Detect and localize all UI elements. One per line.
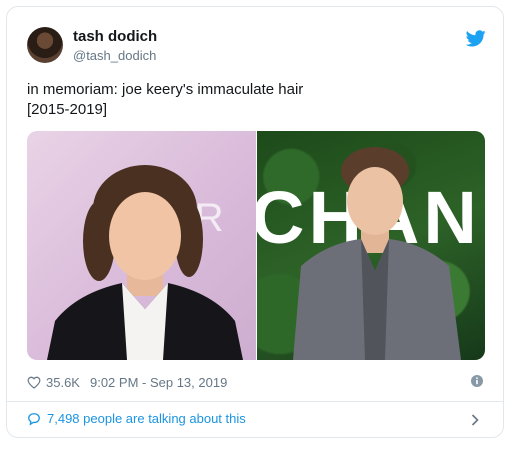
tweet-text-line-2: [2015-2019] <box>27 101 108 118</box>
conversation-link[interactable]: 7,498 people are talking about this <box>27 411 246 426</box>
info-icon[interactable] <box>471 375 483 387</box>
like-count[interactable]: 35.6K <box>46 375 80 390</box>
tweet-media[interactable]: K R A CHAN <box>27 131 485 360</box>
speech-bubble-icon <box>28 412 40 426</box>
author-handle[interactable]: @tash_dodich <box>73 48 156 63</box>
photo-right-figure: CHAN <box>257 147 477 360</box>
photo-right[interactable]: CHAN <box>257 131 485 360</box>
tweet-text: in memoriam: joe keery's immaculate hair… <box>27 80 487 120</box>
author-name[interactable]: tash dodich <box>73 28 157 45</box>
tweet-stats: 35.6K 9:02 PM - Sep 13, 2019 <box>27 373 227 391</box>
chevron-right-icon[interactable] <box>471 414 479 426</box>
conversation-text[interactable]: 7,498 people are talking about this <box>47 411 246 426</box>
photo-left[interactable]: K R A <box>27 131 256 360</box>
tweet-timestamp[interactable]: 9:02 PM - Sep 13, 2019 <box>90 375 227 390</box>
tweet-text-line-1: in memoriam: joe keery's immaculate hair <box>27 81 304 98</box>
author-avatar[interactable] <box>27 27 63 63</box>
tweet-card[interactable]: tash dodich @tash_dodich in memoriam: jo… <box>6 6 504 438</box>
divider <box>7 401 503 402</box>
heart-icon[interactable] <box>27 376 41 389</box>
twitter-bird-icon[interactable] <box>466 30 486 47</box>
photo-left-figure: K R A <box>47 165 256 360</box>
